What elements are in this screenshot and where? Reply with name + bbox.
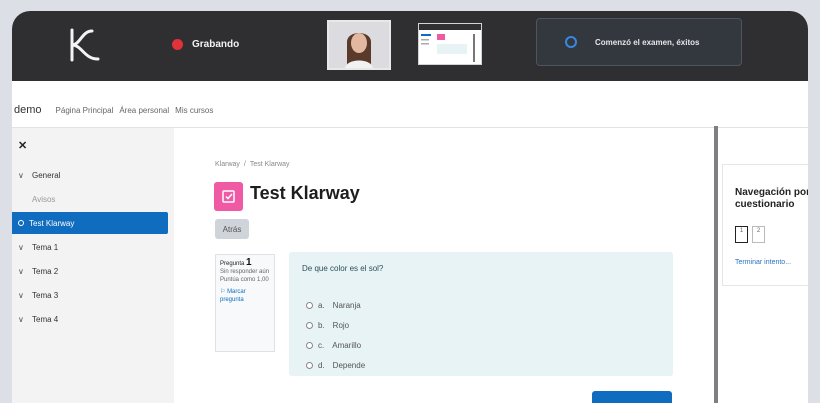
nav-link-home[interactable]: Página Principal (56, 106, 114, 115)
activity-label: Test Klarway (29, 218, 75, 228)
section-label: Tema 4 (32, 314, 59, 324)
chevron-down-icon: ∨ (18, 242, 24, 252)
section-tema-3[interactable]: ∨ Tema 3 (12, 284, 168, 306)
recording-label: Grabando (192, 39, 240, 50)
answer-option[interactable]: c. Amarillo (306, 341, 361, 350)
chevron-down-icon: ∨ (18, 290, 24, 300)
question-status: Sin responder aún (220, 269, 270, 275)
breadcrumb-item[interactable]: Klarway (215, 161, 240, 168)
screen-thumbnail-icon (419, 24, 481, 62)
finish-attempt-link[interactable]: Terminar intento... (735, 259, 791, 266)
question-label: Pregunta (220, 261, 245, 267)
quiz-nav-button-2[interactable]: 2 (752, 226, 765, 243)
radio-button[interactable] (306, 302, 313, 309)
next-page-button[interactable] (592, 391, 672, 403)
breadcrumb: Klarway / Test Klarway (215, 161, 290, 168)
page-title: Test Klarway (250, 183, 360, 203)
question-mark: Puntúa como 1,00 (220, 277, 269, 283)
section-tema-2[interactable]: ∨ Tema 2 (12, 260, 168, 282)
quiz-nav-title: Navegación por cuestionario (735, 187, 808, 210)
current-circle-icon (18, 220, 24, 226)
option-text: Naranja (332, 301, 361, 310)
quiz-nav-button-1[interactable]: 1 (735, 226, 748, 243)
question-content: De que color es el sol? a. Naranja b. Ro… (289, 252, 673, 376)
activity-test-klarway[interactable]: Test Klarway (12, 212, 168, 234)
section-tema-4[interactable]: ∨ Tema 4 (12, 308, 168, 330)
answer-option[interactable]: b. Rojo (306, 321, 349, 330)
info-circle-icon (565, 36, 577, 48)
activity-label: Avisos (32, 194, 56, 204)
notification-text: Comenzó el examen, éxitos (595, 37, 700, 47)
option-text: Amarillo (332, 341, 362, 350)
chevron-down-icon: ∨ (18, 170, 24, 180)
question-info-panel: Pregunta 1 Sin responder aún Puntúa como… (215, 254, 275, 352)
section-label: Tema 2 (32, 266, 59, 276)
course-index-drawer: ✕ ∨ General Avisos Test Klarway ∨ Tema 1… (12, 128, 174, 403)
question-number: 1 (246, 257, 252, 268)
radio-button[interactable] (306, 322, 313, 329)
section-tema-1[interactable]: ∨ Tema 1 (12, 236, 168, 258)
section-label: Tema 1 (32, 242, 59, 252)
option-letter: c. (318, 341, 325, 350)
proctoring-bar: Grabando Comenzó el examen, éxitos (12, 11, 808, 81)
person-icon (329, 22, 389, 68)
section-label: Tema 3 (32, 290, 59, 300)
quiz-navigation-panel: Navegación por cuestionario 1 2 Terminar… (722, 164, 808, 286)
recording-indicator: Grabando (172, 39, 239, 50)
section-general[interactable]: ∨ General (12, 164, 168, 186)
site-brand[interactable]: demo (14, 104, 42, 116)
question-text: De que color es el sol? (302, 264, 384, 273)
browser-frame: Grabando Comenzó el examen, éxitos demo … (12, 11, 808, 403)
recording-dot-icon (172, 39, 183, 50)
answer-option[interactable]: d. Depende (306, 361, 365, 370)
klarway-logo (70, 28, 100, 62)
breadcrumb-item[interactable]: Test Klarway (250, 161, 290, 168)
section-label: General (32, 170, 61, 180)
option-letter: b. (318, 321, 325, 330)
breadcrumb-separator: / (243, 161, 246, 168)
flag-question-link[interactable]: ⚐ Marcar pregunta (220, 288, 270, 304)
option-letter: d. (318, 361, 325, 370)
notification-toast: Comenzó el examen, éxitos (536, 18, 742, 66)
option-letter: a. (318, 301, 325, 310)
radio-button[interactable] (306, 342, 313, 349)
drawer-divider (714, 126, 718, 403)
flag-icon: ⚐ (220, 289, 226, 295)
back-button[interactable]: Atrás (215, 219, 249, 239)
quiz-icon (214, 182, 243, 211)
close-icon[interactable]: ✕ (18, 139, 27, 152)
activity-avisos[interactable]: Avisos (12, 188, 168, 210)
option-text: Depende (332, 361, 366, 370)
chevron-down-icon: ∨ (18, 266, 24, 276)
webcam-preview (327, 20, 391, 70)
site-navbar: demo Página Principal Área personal Mis … (12, 93, 808, 128)
answer-option[interactable]: a. Naranja (306, 301, 361, 310)
radio-button[interactable] (306, 362, 313, 369)
screen-share-preview (418, 23, 482, 65)
chevron-down-icon: ∨ (18, 314, 24, 324)
option-text: Rojo (332, 321, 350, 330)
nav-link-dashboard[interactable]: Área personal (119, 106, 169, 115)
nav-link-my-courses[interactable]: Mis cursos (175, 106, 213, 115)
